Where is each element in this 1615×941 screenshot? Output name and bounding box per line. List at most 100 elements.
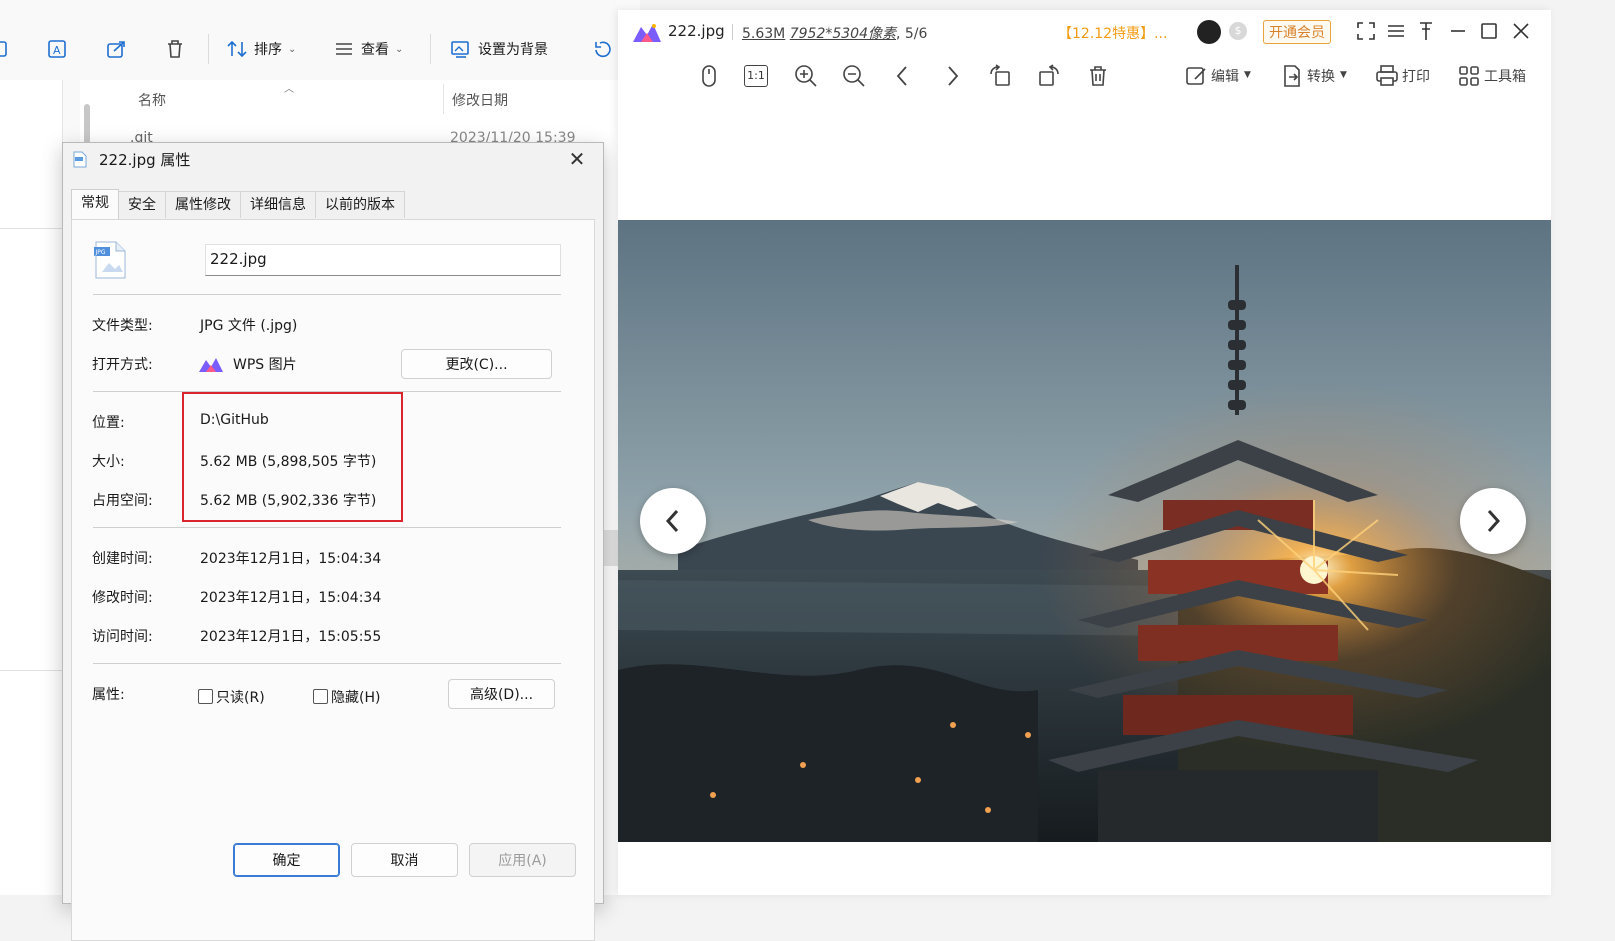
accessed-value: 2023年12月1日，15:05:55 xyxy=(200,629,382,645)
image-file-size[interactable]: 5.63M xyxy=(742,26,785,42)
tab-attribute-edit[interactable]: 属性修改 xyxy=(165,191,241,218)
next-image-button[interactable] xyxy=(1460,488,1526,554)
jpg-file-icon: JPG xyxy=(94,241,126,279)
properties-dialog: 222.jpg 属性 ✕ 常规 安全 属性修改 详细信息 以前的版本 JPG 2… xyxy=(62,142,604,941)
filename-input[interactable]: 222.jpg xyxy=(205,244,561,276)
accessed-label: 访问时间: xyxy=(92,629,153,645)
ok-button[interactable]: 确定 xyxy=(233,843,340,877)
toolbox-button[interactable]: 工具箱 xyxy=(1484,66,1526,86)
zoom-out-icon[interactable] xyxy=(841,63,867,89)
chevron-down-icon: ⌄ xyxy=(395,43,404,55)
open-with-label: 打开方式: xyxy=(92,357,153,373)
tab-previous-versions[interactable]: 以前的版本 xyxy=(315,191,405,218)
apply-button[interactable]: 应用(A) xyxy=(469,843,576,877)
hidden-label[interactable]: 隐藏(H) xyxy=(331,687,380,707)
user-avatar[interactable] xyxy=(1197,20,1221,44)
rename-icon[interactable]: A xyxy=(47,29,69,69)
attributes-label: 属性: xyxy=(92,687,125,703)
created-label: 创建时间: xyxy=(92,551,153,567)
created-value: 2023年12月1日，15:04:34 xyxy=(200,551,382,567)
navigation-pane xyxy=(0,80,63,895)
sort-label: 排序 xyxy=(254,42,282,58)
nav-divider xyxy=(0,670,62,671)
vip-button[interactable]: 开通会员 xyxy=(1263,20,1331,44)
readonly-label[interactable]: 只读(R) xyxy=(216,687,265,707)
image-canvas[interactable] xyxy=(618,220,1551,842)
view-label: 查看 xyxy=(361,42,389,58)
edit-button[interactable]: 编辑 xyxy=(1211,66,1239,86)
toolbar-divider xyxy=(208,34,209,64)
chevron-down-icon[interactable]: ▼ xyxy=(1244,70,1251,80)
chevron-down-icon[interactable]: ▼ xyxy=(1340,70,1347,80)
rotate-icon[interactable] xyxy=(592,29,614,69)
close-button[interactable]: ✕ xyxy=(563,145,591,173)
cancel-button[interactable]: 取消 xyxy=(351,843,458,877)
modified-value: 2023年12月1日，15:04:34 xyxy=(200,590,382,606)
readonly-checkbox[interactable] xyxy=(198,689,213,704)
explorer-toolbar: A 排序 ⌄ 查看 ⌄ 设置为背景 xyxy=(0,20,640,78)
set-background-button[interactable]: 设置为背景 xyxy=(450,29,548,69)
zoom-in-icon[interactable] xyxy=(793,63,819,89)
convert-icon[interactable] xyxy=(1279,63,1305,89)
disk-size-label: 占用空间: xyxy=(92,493,153,509)
nav-scrollbar[interactable] xyxy=(84,104,90,144)
coin-icon[interactable]: $ xyxy=(1229,22,1247,40)
promo-link[interactable]: 【12.12特惠】... xyxy=(1058,23,1167,43)
chevron-left-icon xyxy=(665,509,679,533)
tab-security[interactable]: 安全 xyxy=(118,191,166,218)
rotate-right-icon[interactable] xyxy=(1036,63,1062,89)
file-type-label: 文件类型: xyxy=(92,318,153,334)
change-open-with-button[interactable]: 更改(C)... xyxy=(401,349,552,379)
column-divider[interactable] xyxy=(443,84,444,114)
dialog-titlebar[interactable]: 222.jpg 属性 ✕ xyxy=(63,143,603,175)
view-button[interactable]: 查看 ⌄ xyxy=(333,29,403,69)
delete-icon[interactable] xyxy=(164,29,186,69)
rotate-left-icon[interactable] xyxy=(987,63,1013,89)
svg-text:A: A xyxy=(53,44,61,57)
viewer-filename: 222.jpg xyxy=(668,22,725,40)
section-divider xyxy=(93,663,561,664)
convert-button[interactable]: 转换 xyxy=(1307,66,1335,86)
sort-button[interactable]: 排序 ⌄ xyxy=(226,29,296,69)
advanced-button[interactable]: 高级(D)... xyxy=(448,679,555,709)
section-divider xyxy=(93,294,561,295)
image-position: , 5/6 xyxy=(895,26,928,42)
dialog-title: 222.jpg 属性 xyxy=(99,151,191,169)
location-label: 位置: xyxy=(92,415,125,431)
copy-path-icon[interactable] xyxy=(0,29,14,69)
tab-details[interactable]: 详细信息 xyxy=(240,191,316,218)
set-background-label: 设置为背景 xyxy=(478,42,548,58)
view-icon xyxy=(336,43,352,55)
tab-general[interactable]: 常规 xyxy=(71,189,119,220)
delete-icon[interactable] xyxy=(1085,63,1111,89)
pin-icon[interactable] xyxy=(1415,20,1437,42)
previous-icon[interactable] xyxy=(890,63,916,89)
viewer-toolbar: 1:1 编辑 ▼ 转换 ▼ 打印 工具箱 xyxy=(618,60,1551,94)
open-with-value: WPS 图片 xyxy=(233,357,297,373)
pagoda-mount-fuji-photo xyxy=(618,220,1551,842)
wps-photo-icon xyxy=(199,358,223,372)
share-icon[interactable] xyxy=(106,29,128,69)
previous-image-button[interactable] xyxy=(640,488,706,554)
hidden-checkbox[interactable] xyxy=(313,689,328,704)
toolbox-icon[interactable] xyxy=(1456,63,1482,89)
print-button[interactable]: 打印 xyxy=(1402,66,1430,86)
close-icon[interactable] xyxy=(1510,20,1532,42)
actual-size-button[interactable]: 1:1 xyxy=(744,65,768,87)
edit-icon[interactable] xyxy=(1183,63,1209,89)
next-icon[interactable] xyxy=(939,63,965,89)
maximize-icon[interactable] xyxy=(1478,20,1500,42)
file-type-value: JPG 文件 (.jpg) xyxy=(200,318,298,334)
viewer-titlebar[interactable]: 222.jpg 5.63M 7952*5304像素, 5/6 【12.12特惠】… xyxy=(618,10,1551,54)
menu-icon[interactable] xyxy=(1385,20,1407,42)
print-icon[interactable] xyxy=(1374,63,1400,89)
fullscreen-icon[interactable] xyxy=(1355,20,1377,42)
wps-photo-logo-icon xyxy=(633,24,661,42)
mouse-mode-icon[interactable] xyxy=(696,63,722,89)
minimize-icon[interactable] xyxy=(1447,20,1469,42)
column-header-name[interactable]: 名称 xyxy=(138,90,166,110)
column-header-modified[interactable]: 修改日期 xyxy=(452,90,508,110)
size-label: 大小: xyxy=(92,454,125,470)
image-resolution[interactable]: 7952*5304像素 xyxy=(790,26,896,42)
modified-label: 修改时间: xyxy=(92,590,153,606)
